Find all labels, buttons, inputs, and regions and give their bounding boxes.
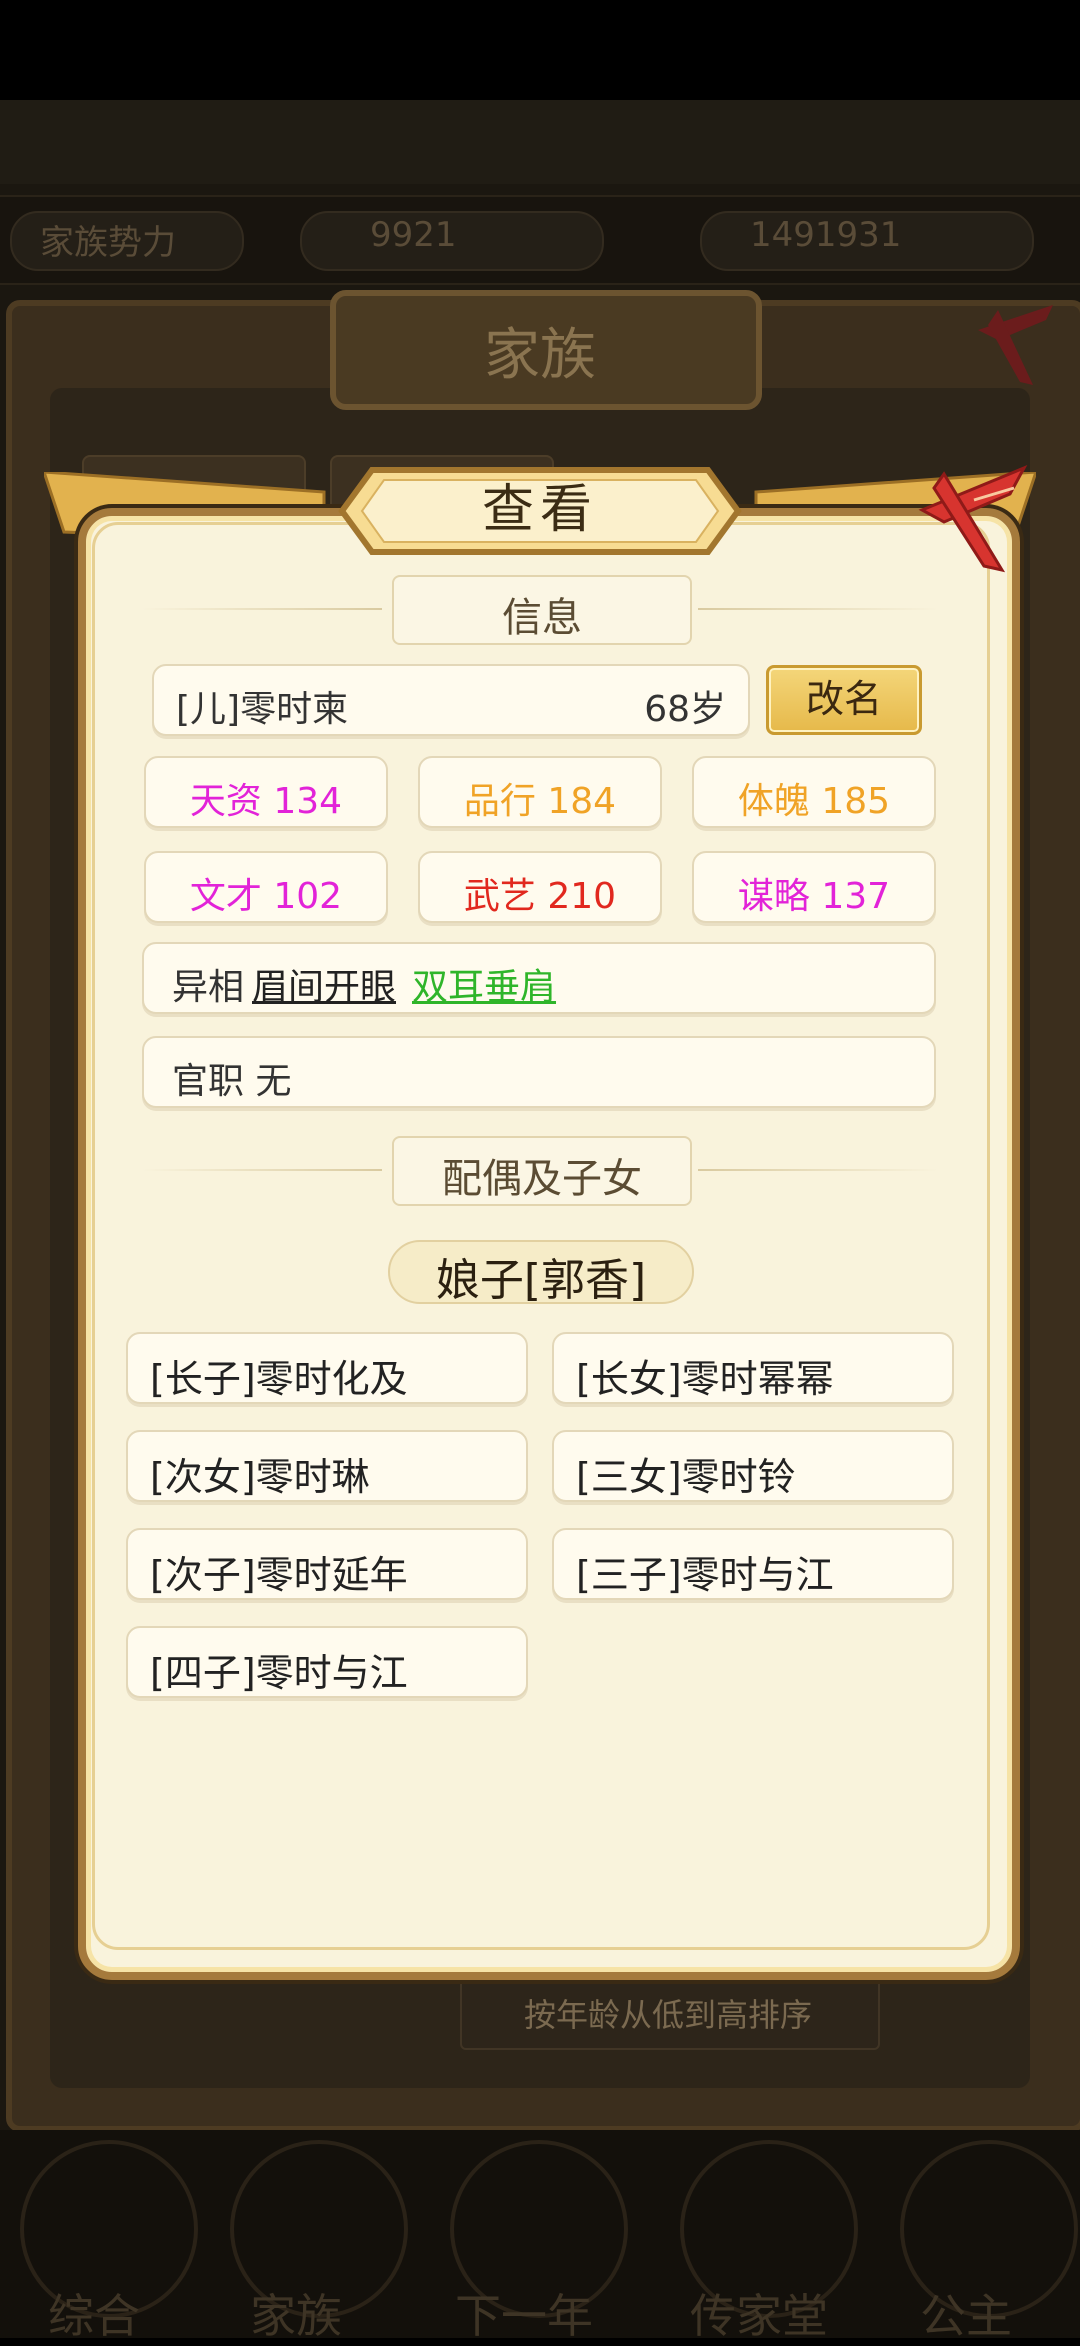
office-box: 官职 无: [142, 1036, 936, 1108]
child-name: [次女]零时琳: [150, 1455, 370, 1499]
background-close-icon: [978, 305, 1053, 385]
bg-nav-item: 传家堂: [690, 2289, 828, 2343]
traits-box: 异相 眉间开眼 双耳垂肩: [142, 942, 936, 1014]
family-section-title: 配偶及子女: [442, 1156, 642, 1202]
family-section-header: 配偶及子女: [142, 1136, 938, 1206]
trait-link[interactable]: 双耳垂肩: [412, 958, 556, 1010]
stat-literary: 文才 102: [144, 851, 388, 923]
child-name: [次子]零时延年: [150, 1553, 408, 1597]
person-age: 68岁: [644, 689, 726, 730]
stat-martial: 武艺 210: [418, 851, 662, 923]
child-name: [四子]零时与江: [150, 1651, 408, 1695]
child-name: [长子]零时化及: [150, 1357, 408, 1401]
rename-button[interactable]: 改名: [766, 665, 922, 735]
stat-physique: 体魄 185: [692, 756, 936, 828]
stat-label: 文才 102: [189, 876, 343, 917]
bg-nav-item: 综合: [48, 2289, 140, 2343]
stat-conduct: 品行 184: [418, 756, 662, 828]
bg-nav-item: 下一年: [455, 2289, 593, 2343]
bg-nav-item: 公主: [920, 2289, 1012, 2343]
bg-power-label: 家族势力: [40, 223, 176, 263]
rename-label: 改名: [805, 677, 882, 721]
section-plate: 信息: [392, 575, 692, 645]
stat-label: 体魄 185: [737, 781, 891, 822]
divider-line: [698, 1169, 938, 1171]
child-item[interactable]: [四子]零时与江: [126, 1626, 528, 1698]
info-section-title: 信息: [502, 595, 582, 641]
child-item[interactable]: [次女]零时琳: [126, 1430, 528, 1502]
stat-label: 武艺 210: [463, 876, 617, 917]
info-section-header: 信息: [142, 575, 938, 645]
stat-label: 天资 134: [189, 781, 343, 822]
divider-line: [142, 1169, 382, 1171]
child-item[interactable]: [长女]零时幂幂: [552, 1332, 954, 1404]
stat-label: 品行 184: [463, 781, 617, 822]
background-header-bar: [0, 100, 1080, 184]
divider-line: [698, 608, 938, 610]
child-name: [长女]零时幂幂: [576, 1357, 834, 1401]
bg-value-right: 1491931: [750, 215, 902, 255]
spouse-name[interactable]: 娘子[郭香]: [388, 1244, 694, 1308]
background-sort-label: 按年龄从低到高排序: [523, 1996, 812, 2034]
background-title: 家族: [484, 323, 596, 388]
person-name: [儿]零时柬: [176, 689, 349, 730]
close-icon[interactable]: [914, 460, 1032, 578]
bg-value-mid: 9921: [370, 215, 457, 255]
child-name: [三女]零时铃: [576, 1455, 796, 1499]
popup-title: 查看: [481, 480, 598, 540]
view-popup-inner-border: [92, 522, 990, 1950]
child-item[interactable]: [三女]零时铃: [552, 1430, 954, 1502]
section-plate: 配偶及子女: [392, 1136, 692, 1206]
traits-label: 异相: [172, 967, 245, 1008]
office-label: 官职 无: [172, 1061, 292, 1102]
person-name-box: [儿]零时柬 68岁: [152, 664, 750, 736]
stat-aptitude: 天资 134: [144, 756, 388, 828]
stat-strategy: 谋略 137: [692, 851, 936, 923]
bg-nav-item: 家族: [250, 2289, 342, 2343]
child-name: [三子]零时与江: [576, 1553, 834, 1597]
child-item[interactable]: [三子]零时与江: [552, 1528, 954, 1600]
trait-link[interactable]: 眉间开眼: [252, 958, 396, 1010]
child-item[interactable]: [长子]零时化及: [126, 1332, 528, 1404]
background-top-info: 家族势力 9921 1491931: [0, 195, 1080, 285]
divider-line: [142, 608, 382, 610]
stat-label: 谋略 137: [737, 876, 891, 917]
child-item[interactable]: [次子]零时延年: [126, 1528, 528, 1600]
